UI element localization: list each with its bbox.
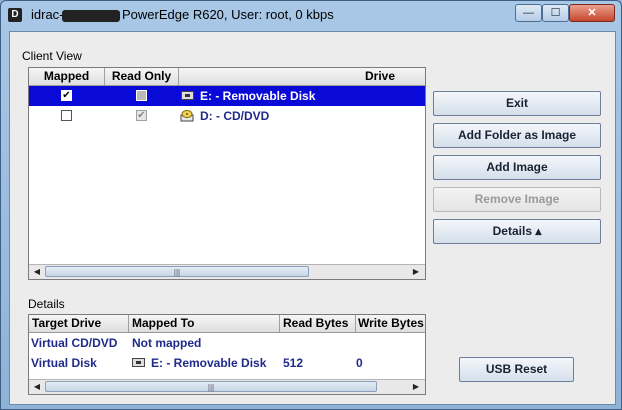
add-folder-as-image-button[interactable]: Add Folder as Image <box>433 123 601 148</box>
removable-disk-icon <box>132 358 145 367</box>
drive-name: D: - CD/DVD <box>200 109 270 123</box>
maximize-button[interactable]: ☐ <box>542 4 569 22</box>
scroll-right-icon[interactable]: ▶ <box>410 266 422 278</box>
column-header-mapped-to[interactable]: Mapped To <box>129 315 280 332</box>
mapped-checkbox[interactable]: ✔ <box>61 90 72 101</box>
drive-row-removable[interactable]: ✔ E: - Removable Disk <box>29 86 425 106</box>
drive-row-cd-dvd[interactable]: ✔ D: - CD/DVD <box>29 106 425 126</box>
remove-image-button: Remove Image <box>433 187 601 212</box>
window-title: PowerEdge R620, User: root, 0 kbps <box>122 7 334 22</box>
scrollbar-thumb[interactable]: ||| <box>45 381 377 392</box>
details-header: Target Drive Mapped To Read Bytes Write … <box>29 315 425 333</box>
read-only-checkbox <box>136 90 147 101</box>
app-icon: D <box>8 8 22 22</box>
scroll-left-icon[interactable]: ◀ <box>31 381 43 393</box>
client-view-table: Mapped Read Only Drive ✔ E: - Removable … <box>28 67 426 280</box>
column-header-write-bytes[interactable]: Write Bytes <box>356 315 425 332</box>
read-only-checkbox: ✔ <box>136 110 147 121</box>
details-label: Details <box>28 297 65 311</box>
details-row-virtual-disk[interactable]: Virtual Disk E: - Removable Disk 512 0 <box>29 353 425 373</box>
minimize-button[interactable]: — <box>515 4 542 22</box>
client-area: Client View Mapped Read Only Drive ✔ E: … <box>9 31 616 405</box>
target-drive: Virtual CD/DVD <box>31 336 118 350</box>
virtual-media-window: D idrac- PowerEdge R620, User: root, 0 k… <box>0 0 622 410</box>
drive-name: E: - Removable Disk <box>200 89 316 103</box>
redacted-hostname <box>62 10 120 22</box>
window-title-prefix: idrac- <box>31 7 64 22</box>
usb-reset-button[interactable]: USB Reset <box>459 357 574 382</box>
mapped-to: E: - Removable Disk <box>151 356 267 370</box>
details-horizontal-scrollbar[interactable]: ◀ ||| ▶ <box>29 379 425 394</box>
scroll-right-icon[interactable]: ▶ <box>410 381 422 393</box>
cd-dvd-icon <box>180 110 194 122</box>
scrollbar-thumb[interactable]: ||| <box>45 266 309 277</box>
scroll-left-icon[interactable]: ◀ <box>31 266 43 278</box>
mapped-checkbox[interactable] <box>61 110 72 121</box>
column-header-mapped[interactable]: Mapped <box>29 68 105 85</box>
details-table: Target Drive Mapped To Read Bytes Write … <box>28 314 426 395</box>
column-header-read-bytes[interactable]: Read Bytes <box>280 315 356 332</box>
write-bytes: 0 <box>356 356 363 370</box>
column-header-read-only[interactable]: Read Only <box>105 68 179 85</box>
removable-disk-icon <box>181 91 194 100</box>
target-drive: Virtual Disk <box>31 356 97 370</box>
column-header-target-drive[interactable]: Target Drive <box>29 315 129 332</box>
details-toggle-button[interactable]: Details ▴ <box>433 219 601 244</box>
close-button[interactable]: ✕ <box>569 4 615 22</box>
client-view-header: Mapped Read Only Drive <box>29 68 425 86</box>
column-header-drive[interactable]: Drive <box>179 68 425 85</box>
details-row-virtual-cd-dvd[interactable]: Virtual CD/DVD Not mapped <box>29 333 425 353</box>
client-view-label: Client View <box>22 49 82 63</box>
client-view-horizontal-scrollbar[interactable]: ◀ ||| ▶ <box>29 264 425 279</box>
mapped-to: Not mapped <box>132 336 202 350</box>
add-image-button[interactable]: Add Image <box>433 155 601 180</box>
read-bytes: 512 <box>283 356 304 370</box>
exit-button[interactable]: Exit <box>433 91 601 116</box>
title-bar[interactable]: D idrac- PowerEdge R620, User: root, 0 k… <box>1 1 621 29</box>
